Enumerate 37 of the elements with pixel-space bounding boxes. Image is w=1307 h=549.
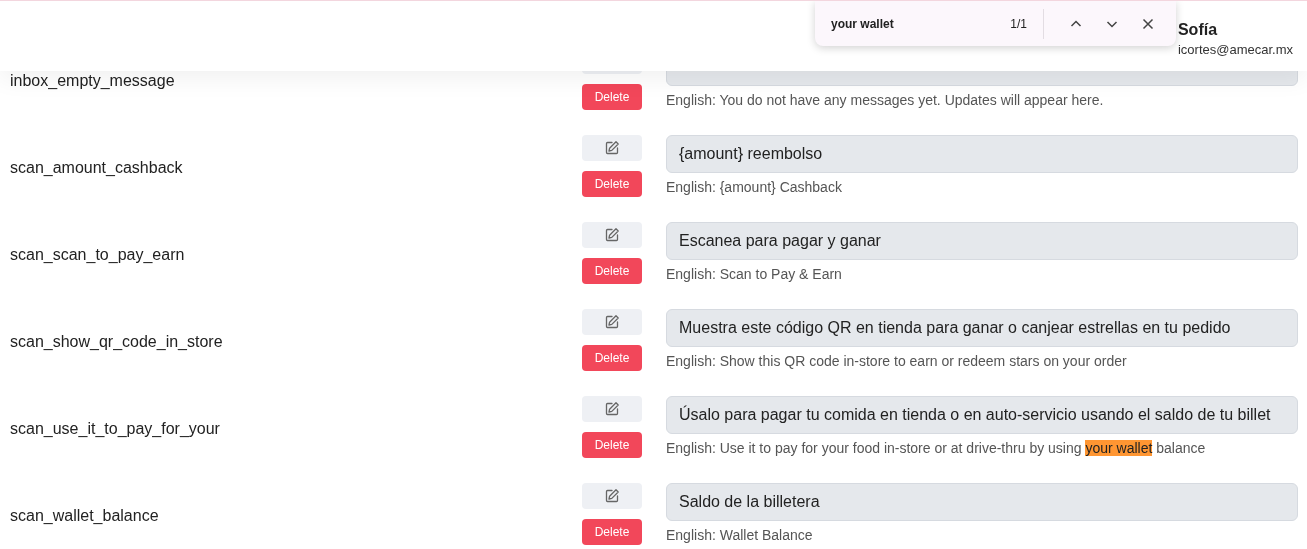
delete-button[interactable]: Delete <box>582 84 642 110</box>
delete-button[interactable]: Delete <box>582 345 642 371</box>
delete-button[interactable]: Delete <box>582 432 642 458</box>
translation-key: scan_wallet_balance <box>0 506 582 526</box>
delete-button[interactable]: Delete <box>582 258 642 284</box>
translation-field[interactable]: Úsalo para pagar tu comida en tienda o en auto-servicio usando el saldo de tu billet <box>666 396 1298 434</box>
match-count: 1/1 <box>1010 16 1027 31</box>
translation-key: scan_scan_to_pay_earn <box>0 245 582 265</box>
translation-field[interactable]: {amount} reembolso <box>666 135 1298 173</box>
translation-field[interactable]: Escanea para pagar y ganar <box>666 222 1298 260</box>
translation-field[interactable]: Muestra este código QR en tienda para ganar o canjear estrellas en tu pedido <box>666 309 1298 347</box>
translation-key: inbox_empty_message <box>0 71 582 91</box>
delete-button[interactable]: Delete <box>582 171 642 197</box>
pencil-icon <box>604 488 620 504</box>
delete-button[interactable]: Delete <box>582 519 642 545</box>
pencil-icon <box>604 140 620 156</box>
translation-key: scan_use_it_to_pay_for_your <box>0 419 582 439</box>
english-hint: English: {amount} Cashback <box>666 179 843 195</box>
find-query[interactable]: your wallet <box>831 16 1011 31</box>
english-hint: English: You do not have any messages yet. Updates will appear here. <box>666 92 1105 108</box>
edit-button[interactable] <box>582 222 642 248</box>
edit-button[interactable] <box>582 135 642 161</box>
user-email: icortes@amecar.mx <box>1177 42 1293 57</box>
translation-field[interactable]: Saldo de la billetera <box>666 483 1298 521</box>
pencil-icon <box>604 401 620 417</box>
english-hint: English: Wallet Balance <box>666 527 814 543</box>
close-icon[interactable] <box>1141 16 1155 31</box>
translation-key: scan_amount_cashback <box>0 158 582 178</box>
edit-button[interactable] <box>582 309 642 335</box>
edit-button[interactable] <box>582 483 642 509</box>
english-hint: English: Scan to Pay & Earn <box>666 266 843 282</box>
pencil-icon <box>604 314 620 330</box>
translation-key: scan_show_qr_code_in_store <box>0 332 582 352</box>
edit-button[interactable] <box>582 396 642 422</box>
user-name: Sofía <box>1177 21 1218 39</box>
english-hint: English: Show this QR code in-store to earn or redeem stars on your order <box>666 353 1128 369</box>
pencil-icon <box>604 227 620 243</box>
